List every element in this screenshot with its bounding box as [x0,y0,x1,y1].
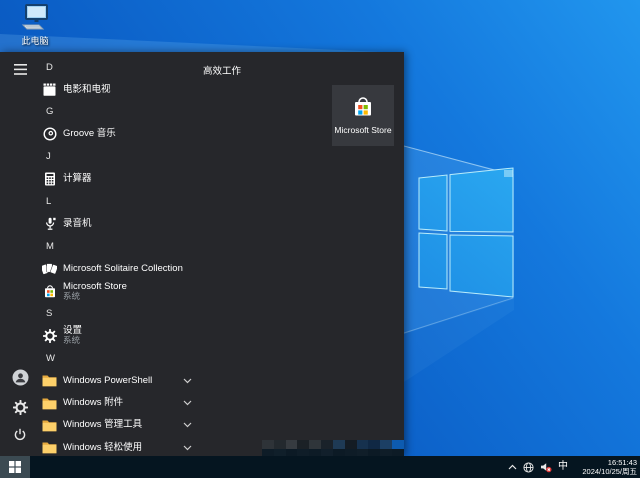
speaker-muted-icon[interactable] [540,462,552,473]
folder-label: Windows 附件 [63,397,124,409]
hamburger-icon[interactable] [11,60,29,78]
clock-date: 2024/10/25/周五 [582,467,637,476]
voice-recorder-icon [42,216,57,231]
app-label: 录音机 [63,217,92,229]
this-pc-icon [19,4,51,32]
app-list-letter-l[interactable]: L [40,190,198,212]
app-label: Groove 音乐 [63,128,116,140]
app-item-calculator[interactable]: 计算器 [40,168,198,190]
folder-label: Windows PowerShell [63,374,153,386]
app-sublabel: 系统 [63,335,81,346]
folder-icon [42,396,57,411]
windows-logo-icon [9,461,21,473]
app-list-letter-w[interactable]: W [40,347,198,369]
chevron-down-icon[interactable] [183,443,192,452]
app-list-letter-d[interactable]: D [40,56,198,78]
folder-icon [42,373,57,388]
desktop-icon-label: 此电脑 [21,36,49,46]
desktop-icon-this-pc[interactable]: 此电脑 [5,4,65,47]
gear-icon[interactable] [11,398,29,416]
app-list-letter-m[interactable]: M [40,235,198,257]
folder-item-windows-accessories[interactable]: Windows 附件 [40,392,198,414]
app-label: 电影和电视 [63,83,111,95]
tile-group-title[interactable]: 高效工作 [203,63,241,77]
app-item-groove-music[interactable]: Groove 音乐 [40,123,198,145]
system-tray: 中 16:51:43 2024/10/25/周五 [508,456,640,478]
desktop: 此电脑 D 电影和电视 G Groove 音乐 J 计算器 L 录音机 M Mi… [0,0,640,478]
app-label: 计算器 [63,173,92,185]
chevron-up-icon[interactable] [508,464,517,470]
store-bag-icon [350,94,376,120]
movies-tv-icon [42,82,57,97]
store-icon [42,284,57,299]
folder-item-windows-ease-of-access[interactable]: Windows 轻松使用 [40,437,198,456]
app-label: Microsoft Solitaire Collection [63,262,183,274]
folder-item-windows-admin-tools[interactable]: Windows 管理工具 [40,414,198,436]
start-menu: D 电影和电视 G Groove 音乐 J 计算器 L 录音机 M Micros… [0,52,404,456]
start-button[interactable] [0,456,30,478]
groove-music-icon [42,127,57,142]
calculator-icon [42,172,57,187]
app-list-letter-g[interactable]: G [40,101,198,123]
censored-watermark [262,440,404,456]
taskbar-clock[interactable]: 16:51:43 2024/10/25/周五 [577,458,637,476]
tile-microsoft-store[interactable]: Microsoft Store [332,85,394,146]
letter-label: G [46,106,54,118]
globe-icon[interactable] [523,461,534,473]
app-item-voice-recorder[interactable]: 录音机 [40,213,198,235]
solitaire-icon [42,261,57,276]
letter-label: J [46,151,51,163]
folder-label: Windows 管理工具 [63,419,143,431]
app-item-microsoft-store[interactable]: Microsoft Store 系统 [40,280,198,302]
taskbar: 中 16:51:43 2024/10/25/周五 [0,456,640,478]
app-list: D 电影和电视 G Groove 音乐 J 计算器 L 录音机 M Micros… [40,56,198,456]
chevron-down-icon[interactable] [183,376,192,385]
tile-label: Microsoft Store [334,125,392,135]
chevron-down-icon[interactable] [183,421,192,430]
gear-icon [42,328,57,343]
app-item-solitaire[interactable]: Microsoft Solitaire Collection [40,258,198,280]
folder-icon [42,440,57,455]
app-item-settings[interactable]: 设置 系统 [40,325,198,347]
ime-indicator[interactable]: 中 [558,462,568,472]
start-menu-rail [0,52,40,456]
folder-label: Windows 轻松使用 [63,441,143,453]
letter-label: S [46,307,53,319]
power-icon[interactable] [11,426,29,444]
user-icon[interactable] [11,368,29,386]
letter-label: W [46,352,55,364]
folder-icon [42,418,57,433]
chevron-down-icon[interactable] [183,399,192,408]
app-list-letter-s[interactable]: S [40,302,198,324]
letter-label: M [46,240,54,252]
app-item-movies-tv[interactable]: 电影和电视 [40,78,198,100]
letter-label: L [46,196,52,208]
letter-label: D [46,61,53,73]
app-sublabel: 系统 [63,290,81,301]
app-list-letter-j[interactable]: J [40,146,198,168]
clock-time: 16:51:43 [607,458,637,467]
folder-item-windows-powershell[interactable]: Windows PowerShell [40,369,198,391]
